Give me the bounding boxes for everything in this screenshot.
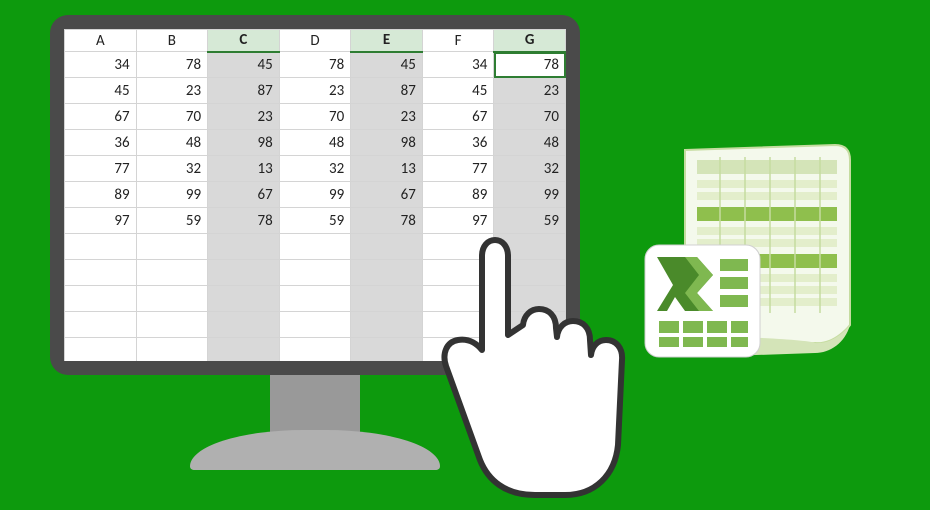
- cell[interactable]: 89: [422, 182, 494, 208]
- cell[interactable]: 59: [136, 208, 208, 234]
- cell[interactable]: 78: [494, 52, 566, 78]
- cell-empty[interactable]: [494, 312, 566, 338]
- cell[interactable]: 48: [136, 130, 208, 156]
- cell[interactable]: 13: [208, 156, 280, 182]
- column-header-F[interactable]: F: [422, 30, 494, 52]
- cell-empty[interactable]: [351, 260, 423, 286]
- cell-empty[interactable]: [351, 286, 423, 312]
- cell-empty[interactable]: [65, 286, 137, 312]
- cell[interactable]: 34: [422, 52, 494, 78]
- cell[interactable]: 67: [208, 182, 280, 208]
- cell-empty[interactable]: [422, 260, 494, 286]
- cell-empty[interactable]: [279, 312, 351, 338]
- cell[interactable]: 45: [208, 52, 280, 78]
- cell[interactable]: 67: [65, 104, 137, 130]
- cell[interactable]: 67: [422, 104, 494, 130]
- cell-empty[interactable]: [279, 338, 351, 362]
- cell[interactable]: 36: [422, 130, 494, 156]
- cell-empty[interactable]: [494, 286, 566, 312]
- cell-empty[interactable]: [494, 234, 566, 260]
- cell[interactable]: 48: [279, 130, 351, 156]
- cell-empty[interactable]: [136, 338, 208, 362]
- cell[interactable]: 45: [422, 78, 494, 104]
- cell[interactable]: 34: [65, 52, 137, 78]
- cell-empty[interactable]: [351, 234, 423, 260]
- cell[interactable]: 77: [422, 156, 494, 182]
- cell[interactable]: 70: [494, 104, 566, 130]
- cell[interactable]: 98: [208, 130, 280, 156]
- cell[interactable]: 99: [279, 182, 351, 208]
- cell[interactable]: 23: [494, 78, 566, 104]
- cell[interactable]: 45: [351, 52, 423, 78]
- cell[interactable]: 32: [494, 156, 566, 182]
- monitor-stand-base: [190, 430, 440, 470]
- cell[interactable]: 48: [494, 130, 566, 156]
- cell[interactable]: 78: [279, 52, 351, 78]
- cell[interactable]: 67: [351, 182, 423, 208]
- column-header-D[interactable]: D: [279, 30, 351, 52]
- cell[interactable]: 78: [208, 208, 280, 234]
- cell-empty[interactable]: [208, 286, 280, 312]
- cell-empty[interactable]: [65, 338, 137, 362]
- cell-empty[interactable]: [65, 312, 137, 338]
- cell-empty[interactable]: [351, 338, 423, 362]
- cell[interactable]: 98: [351, 130, 423, 156]
- cell-empty[interactable]: [422, 234, 494, 260]
- cell-empty[interactable]: [279, 286, 351, 312]
- cell[interactable]: 36: [65, 130, 137, 156]
- cell[interactable]: 89: [65, 182, 137, 208]
- cell-empty[interactable]: [208, 234, 280, 260]
- column-header-A[interactable]: A: [65, 30, 137, 52]
- cell[interactable]: 87: [208, 78, 280, 104]
- monitor-frame: ABCDEFG 34784578453478452387238745236770…: [50, 15, 580, 375]
- cell[interactable]: 23: [208, 104, 280, 130]
- cell-empty[interactable]: [136, 312, 208, 338]
- cell[interactable]: 13: [351, 156, 423, 182]
- cell-empty[interactable]: [136, 260, 208, 286]
- cell[interactable]: 23: [279, 78, 351, 104]
- cell-empty[interactable]: [351, 312, 423, 338]
- cell-empty[interactable]: [279, 234, 351, 260]
- column-header-E[interactable]: E: [351, 30, 423, 52]
- cell-empty[interactable]: [136, 234, 208, 260]
- cell[interactable]: 78: [351, 208, 423, 234]
- cell[interactable]: 23: [136, 78, 208, 104]
- cell[interactable]: 87: [351, 78, 423, 104]
- spreadsheet-table[interactable]: ABCDEFG 34784578453478452387238745236770…: [64, 29, 566, 361]
- cell-empty[interactable]: [65, 234, 137, 260]
- cell[interactable]: 32: [279, 156, 351, 182]
- column-header-B[interactable]: B: [136, 30, 208, 52]
- cell-empty[interactable]: [136, 286, 208, 312]
- cell[interactable]: 97: [65, 208, 137, 234]
- cell[interactable]: 32: [136, 156, 208, 182]
- excel-file-icon: [640, 140, 870, 370]
- cell[interactable]: 97: [422, 208, 494, 234]
- cell[interactable]: 99: [494, 182, 566, 208]
- cell-empty[interactable]: [65, 260, 137, 286]
- cell[interactable]: 70: [279, 104, 351, 130]
- cell[interactable]: 59: [494, 208, 566, 234]
- cell-empty[interactable]: [494, 338, 566, 362]
- column-header-C[interactable]: C: [208, 30, 280, 52]
- cell[interactable]: 77: [65, 156, 137, 182]
- cell-empty[interactable]: [208, 338, 280, 362]
- screen: ABCDEFG 34784578453478452387238745236770…: [64, 29, 566, 361]
- cell[interactable]: 99: [136, 182, 208, 208]
- cell-empty[interactable]: [422, 286, 494, 312]
- cell[interactable]: 78: [136, 52, 208, 78]
- cell-empty[interactable]: [422, 338, 494, 362]
- cell-empty[interactable]: [208, 312, 280, 338]
- cell-empty[interactable]: [279, 260, 351, 286]
- column-header-G[interactable]: G: [494, 30, 566, 52]
- cell[interactable]: 59: [279, 208, 351, 234]
- cell-empty[interactable]: [422, 312, 494, 338]
- cell[interactable]: 70: [136, 104, 208, 130]
- cell[interactable]: 45: [65, 78, 137, 104]
- cell-empty[interactable]: [208, 260, 280, 286]
- cell[interactable]: 23: [351, 104, 423, 130]
- cell-empty[interactable]: [494, 260, 566, 286]
